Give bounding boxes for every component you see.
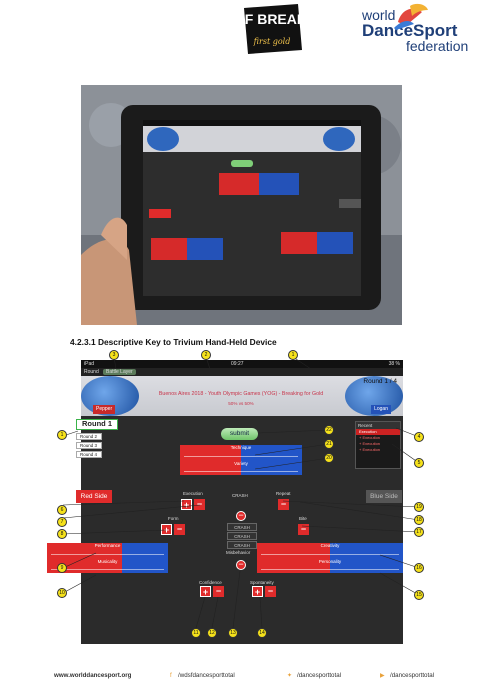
callout-5: 5: [414, 458, 424, 468]
footer-youtube-link[interactable]: /dancesporttotal: [390, 672, 434, 679]
callout-17: 17: [414, 527, 424, 537]
footer-site-link[interactable]: www.worlddancesport.org: [54, 672, 131, 679]
callout-16: 16: [414, 563, 424, 573]
callout-3: 3: [109, 350, 119, 360]
callout-1: 1: [288, 350, 298, 360]
callout-7: 7: [57, 517, 67, 527]
youtube-icon: ▶: [380, 672, 385, 679]
callout-11: 11: [191, 628, 201, 638]
footer-twitter-link[interactable]: /dancesporttotal: [297, 672, 341, 679]
callout-4: 4: [414, 432, 424, 442]
footer: www.worlddancesport.org f /wdsfdancespor…: [0, 672, 483, 689]
callout-1: 1: [57, 430, 67, 440]
callout-19: 19: [414, 502, 424, 512]
callout-15: 15: [414, 590, 424, 600]
callout-lines: [62, 356, 420, 629]
dancer-figure-icon: [394, 3, 428, 30]
facebook-icon: f: [170, 672, 172, 679]
callout-10: 10: [57, 588, 67, 598]
tablet-photo: [81, 85, 402, 325]
device-diagram: iPad 09:27 38 % Round Battle Layer Bueno…: [0, 345, 483, 645]
callout-13: 13: [228, 628, 238, 638]
twitter-icon: ✦: [287, 672, 293, 679]
callout-8: 8: [57, 529, 67, 539]
wdsf-breaking-logo: WDSF BREAKING first gold: [236, 4, 308, 54]
logo-federation: federation: [406, 38, 469, 54]
callout-22: 22: [324, 425, 334, 435]
tablet-photo-illustration: [81, 85, 402, 325]
callout-14: 14: [257, 628, 267, 638]
callout-21: 21: [324, 439, 334, 449]
breaking-logo-word: WDSF BREAKING: [236, 11, 308, 27]
callout-6: 6: [57, 505, 67, 515]
footer-facebook-link[interactable]: /wdsfdancesporttotal: [178, 672, 235, 679]
breaking-logo-sub: first gold: [253, 37, 291, 46]
callout-9: 9: [57, 563, 67, 573]
callout-2: 2: [201, 350, 211, 360]
callout-18: 18: [414, 515, 424, 525]
callout-20: 20: [324, 453, 334, 463]
callout-12: 12: [207, 628, 217, 638]
